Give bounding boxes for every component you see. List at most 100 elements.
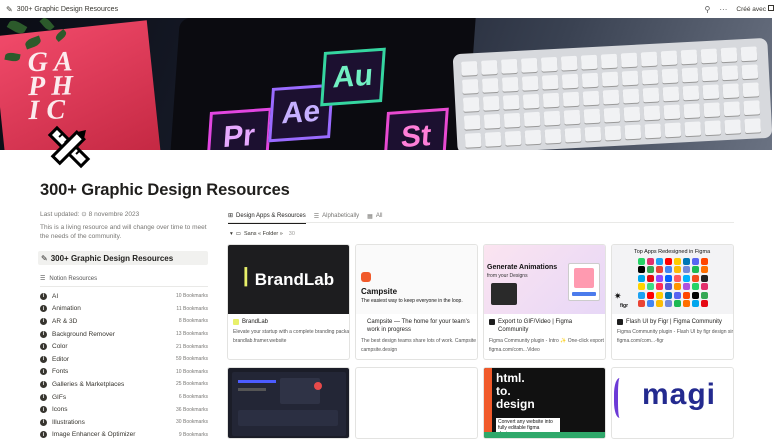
resource-item[interactable]: i GIFs 6 Bookmarks <box>40 391 208 404</box>
card-title-text: BrandLab <box>242 319 269 325</box>
app-icon <box>638 300 645 307</box>
resource-count: 9 Bookmarks <box>178 431 208 438</box>
notion-logo-icon <box>768 5 774 11</box>
resource-label: GIFs <box>52 393 67 401</box>
app-icon <box>701 274 708 282</box>
html-to-design-line-3: design <box>496 397 535 411</box>
keyboard-key <box>501 76 519 92</box>
keyboard-key <box>481 77 499 93</box>
keyboard-key <box>684 121 702 137</box>
card-export-gif[interactable]: Generate Animations from your Designs Ex… <box>483 244 606 360</box>
card-dashboard[interactable] <box>227 367 350 439</box>
card-title: BrandLab <box>228 314 349 326</box>
table-icon: ▦ <box>367 213 373 220</box>
app-icon <box>638 283 645 291</box>
cover-tile-pr: Pr <box>206 107 272 150</box>
card-blank[interactable] <box>355 367 478 439</box>
search-icon[interactable]: ⚲ <box>705 5 711 14</box>
info-icon: i <box>40 368 47 376</box>
resource-count: 11 Bookmarks <box>176 305 208 312</box>
info-icon: i <box>40 292 47 300</box>
keyboard-key <box>604 125 622 141</box>
breadcrumb[interactable]: ✎ 300+ Graphic Design Resources <box>6 5 118 14</box>
page-icon <box>47 125 91 169</box>
keyboard-key <box>700 48 718 64</box>
resource-label: Image Enhancer & Optimizer <box>52 431 136 439</box>
app-icon <box>692 283 699 291</box>
callout-block[interactable]: ✎ 300+ Graphic Design Resources <box>38 251 208 265</box>
card-thumbnail: Generate Animations from your Designs <box>484 245 605 314</box>
keyboard-key <box>520 57 538 73</box>
card-title: Campsite — The home for your team's work… <box>356 314 477 335</box>
more-icon[interactable]: ··· <box>719 5 727 14</box>
resources-header[interactable]: ☰ Notion Resources <box>40 275 97 283</box>
app-icon <box>656 300 663 307</box>
resource-item[interactable]: i Editor 59 Bookmarks <box>40 353 208 366</box>
card-title-text: Flash UI by Figr | Figma Community <box>626 319 722 325</box>
keyboard-key <box>582 90 600 106</box>
card-thumbnail: Campsite The easiest way to keep everyon… <box>356 245 477 314</box>
keyboard-key <box>563 109 581 125</box>
card-html-to-design[interactable]: html. to. design Convert any website int… <box>483 367 606 439</box>
resource-count: 30 Bookmarks <box>176 419 208 426</box>
keyboard-key <box>664 122 682 138</box>
keyboard-key <box>663 104 681 120</box>
keyboard-key <box>720 47 738 63</box>
keyboard-key <box>620 52 638 68</box>
app-icon <box>665 258 672 265</box>
html-accent-left <box>484 368 492 438</box>
resource-item[interactable]: i Fonts 10 Bookmarks <box>40 366 208 379</box>
resource-count: 25 Bookmarks <box>176 381 208 388</box>
resource-item[interactable]: i AR & 3D 8 Bookmarks <box>40 315 208 328</box>
keyboard-key <box>740 46 758 62</box>
app-icon <box>683 300 690 307</box>
resource-item[interactable]: i Background Remover 13 Bookmarks <box>40 328 208 341</box>
resources-list: i AI 10 Bookmarks i Animation 11 Bookmarks i AR… <box>40 290 208 439</box>
keyboard-key <box>661 68 679 84</box>
card-flash-ui[interactable]: Top Apps Redesigned in Figma ✷ figr Flas… <box>611 244 734 360</box>
resource-item[interactable]: i Image Enhancer & Optimizer 9 Bookmarks <box>40 429 208 439</box>
resource-label: AI <box>52 292 59 300</box>
resource-item[interactable]: i AI 10 Bookmarks <box>40 290 208 303</box>
resource-item[interactable]: i Animation 11 Bookmarks <box>40 303 208 316</box>
keyboard-key <box>722 83 740 99</box>
app-icon <box>674 258 681 265</box>
campsite-thumb-title: Campsite <box>361 287 398 296</box>
cover-tile-au: Au <box>320 47 386 107</box>
info-icon: i <box>40 393 47 401</box>
group-header[interactable]: ▾ ▭ Sans « Folder » 30 <box>230 231 295 237</box>
clock-icon: ⊙ <box>81 211 87 218</box>
pencil-ruler-icon: ✎ <box>41 253 48 263</box>
keyboard-key <box>580 54 598 70</box>
resource-item[interactable]: i Color 21 Bookmarks <box>40 340 208 353</box>
card-brandlab[interactable]: ꟾ BrandLab BrandLab Elevate your startup… <box>227 244 350 360</box>
keyboard-key <box>644 123 662 139</box>
app-icon <box>638 266 645 274</box>
card-magi[interactable]: magi <box>611 367 734 439</box>
resource-count: 13 Bookmarks <box>176 331 208 338</box>
resource-item[interactable]: i Illustrations 30 Bookmarks <box>40 416 208 429</box>
figma-favicon <box>489 319 495 325</box>
figr-brand: figr <box>620 303 629 309</box>
card-url: figma.com/com...-figr <box>617 338 664 345</box>
resource-item[interactable]: i Icons 36 Bookmarks <box>40 403 208 416</box>
keyboard-key <box>461 79 479 94</box>
keyboard-key <box>461 61 478 76</box>
resource-item[interactable]: i Galleries & Marketplaces 25 Bookmarks <box>40 378 208 391</box>
keyboard-key <box>701 66 719 82</box>
app-icon <box>701 291 708 299</box>
app-icon <box>665 283 672 291</box>
keyboard-key <box>642 87 660 103</box>
folder-icon: ▭ <box>235 231 241 237</box>
resource-label: Illustrations <box>52 418 85 426</box>
made-with-notion[interactable]: Créé avec <box>736 5 774 13</box>
keyboard-key <box>702 84 720 100</box>
last-updated: Last updated: ⊙ 8 novembre 2023 <box>40 210 139 218</box>
app-icon-grid <box>638 258 710 308</box>
tab-all-label: All <box>375 213 383 219</box>
keyboard-key <box>624 124 642 140</box>
dashboard-thumb <box>232 372 346 436</box>
card-campsite[interactable]: Campsite The easiest way to keep everyon… <box>355 244 478 360</box>
keyboard-key <box>560 55 578 71</box>
info-icon: i <box>40 431 47 439</box>
